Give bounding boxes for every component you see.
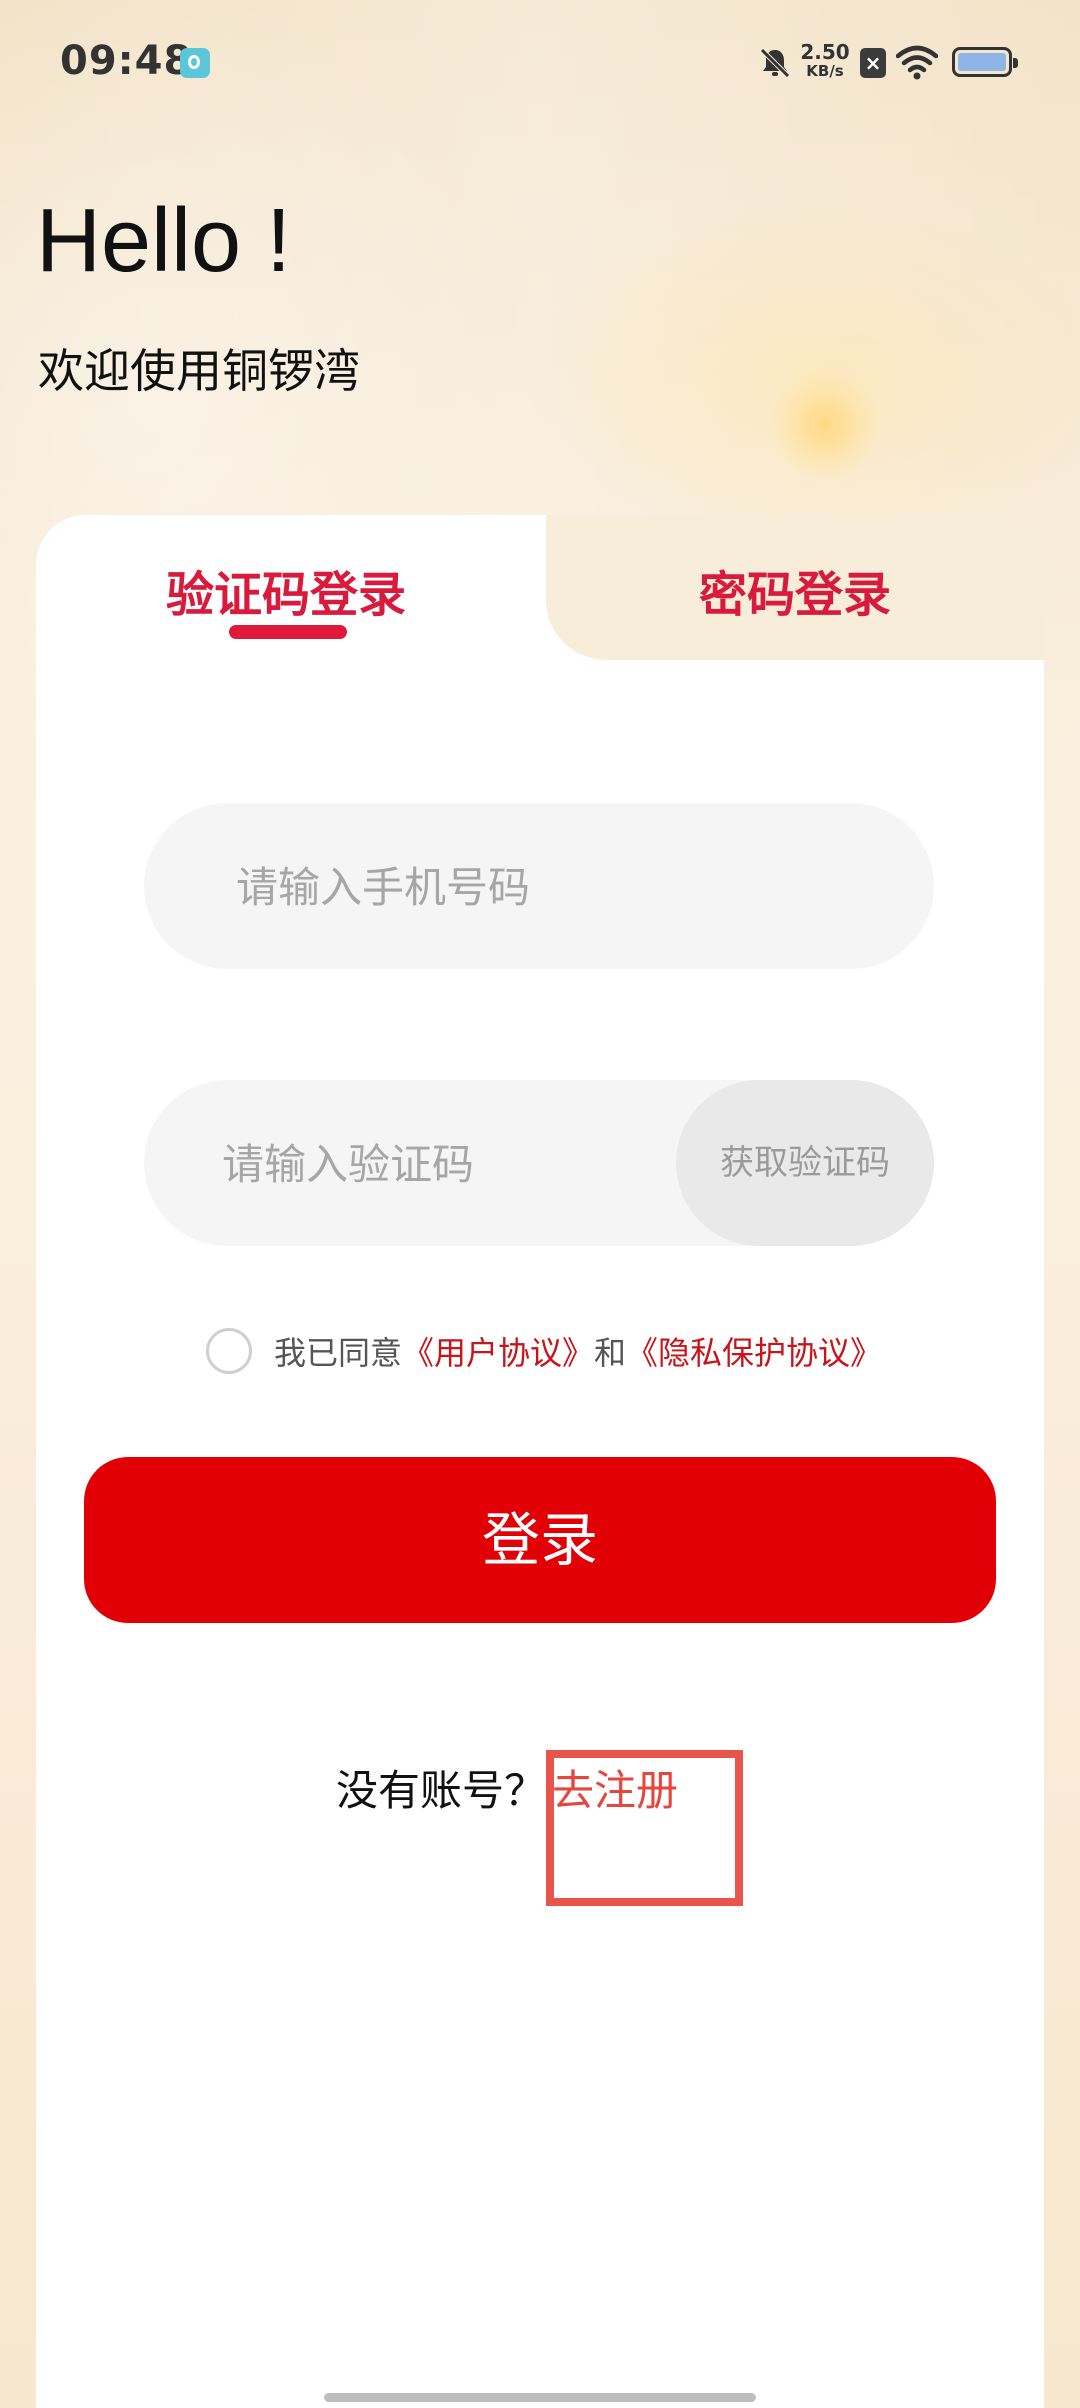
get-code-button[interactable]: 获取验证码 bbox=[676, 1080, 934, 1246]
phone-input[interactable] bbox=[234, 803, 888, 971]
tab-password-login[interactable]: 密码登录 bbox=[546, 555, 1044, 635]
login-button[interactable]: 登录 bbox=[84, 1457, 996, 1623]
network-speed: 2.50 KB/s bbox=[800, 42, 850, 79]
login-card: 验证码登录 密码登录 获取验证码 我已同意 《用户协议》 和 《隐私保护协议》 … bbox=[36, 515, 1044, 2408]
phone-input-container bbox=[144, 803, 934, 971]
active-tab-indicator bbox=[229, 625, 347, 639]
agreement-checkbox[interactable] bbox=[206, 1328, 252, 1374]
status-time: 09:48 bbox=[60, 38, 193, 84]
sim-x-icon: × bbox=[860, 48, 886, 78]
user-agreement-link[interactable]: 《用户协议》 bbox=[402, 1328, 594, 1374]
agreement-prefix: 我已同意 bbox=[274, 1334, 403, 1372]
highlight-box bbox=[546, 1750, 743, 1906]
wifi-icon bbox=[896, 45, 938, 80]
agreement-row: 我已同意 《用户协议》 和 《隐私保护协议》 bbox=[206, 1325, 882, 1377]
hello-heading: Hello ! bbox=[36, 191, 292, 291]
network-speed-unit: KB/s bbox=[806, 62, 844, 80]
flower-decoration bbox=[770, 370, 880, 480]
code-input-container: 获取验证码 bbox=[144, 1080, 934, 1248]
status-bar: 09:48 2.50 KB/s × bbox=[0, 0, 1080, 126]
welcome-text: 欢迎使用铜锣湾 bbox=[38, 344, 360, 398]
tab-sms-login[interactable]: 验证码登录 bbox=[36, 555, 536, 635]
home-indicator[interactable] bbox=[324, 2393, 756, 2402]
register-prompt: 没有账号？ bbox=[336, 1765, 547, 1815]
privacy-agreement-link[interactable]: 《隐私保护协议》 bbox=[626, 1328, 882, 1374]
bell-off-icon bbox=[760, 48, 790, 78]
app-notify-icon bbox=[180, 48, 210, 78]
network-speed-value: 2.50 bbox=[800, 40, 850, 64]
battery-icon bbox=[952, 47, 1018, 77]
verification-code-input[interactable] bbox=[220, 1080, 654, 1248]
agreement-and: 和 bbox=[594, 1334, 627, 1372]
